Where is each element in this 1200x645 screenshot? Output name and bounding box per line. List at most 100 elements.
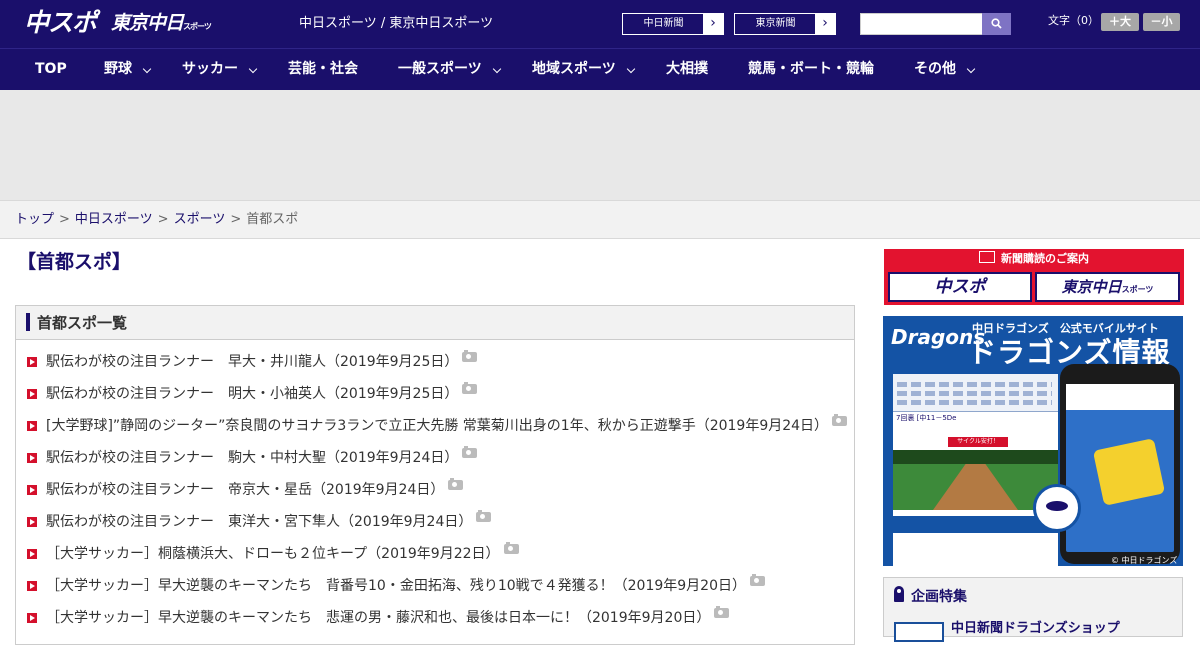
chevron-right-icon: ›: [815, 14, 835, 34]
scoreboard-row: [897, 391, 1052, 396]
chevron-down-icon: [248, 64, 258, 74]
scoreboard-row: [897, 400, 1052, 405]
camera-icon: [448, 478, 464, 490]
chevron-down-icon: [626, 64, 636, 74]
bullet-arrow-icon: [27, 421, 37, 431]
member-recruit-badge: [1092, 438, 1166, 506]
smartphone-graphic: [1060, 364, 1180, 564]
camera-icon: [832, 414, 848, 426]
nav-soccer[interactable]: サッカー: [182, 49, 262, 91]
article-link[interactable]: [大学野球]”静岡のジーター”奈良間のサヨナラ3ランで立正大先勝 常葉菊川出身の…: [46, 418, 828, 434]
breadcrumb-separator: >: [59, 212, 70, 227]
camera-icon: [749, 574, 765, 586]
nav-other[interactable]: その他: [914, 49, 980, 91]
font-size-label: 文字（0）: [1048, 14, 1099, 27]
chevron-down-icon: [492, 64, 502, 74]
search-input[interactable]: [860, 13, 983, 35]
camera-icon: [714, 606, 730, 618]
special-features-title: 企画特集: [911, 589, 967, 605]
search-icon: [991, 18, 1002, 29]
nav-general-sports[interactable]: 一般スポーツ: [398, 49, 504, 91]
bullet-arrow-icon: [27, 517, 37, 527]
page-title: 【首都スポ】: [17, 251, 132, 273]
dragons-app-screenshot: 7回裏 [中11－5De サイクル安打！: [893, 374, 1058, 566]
search-button[interactable]: [982, 13, 1011, 35]
chunichi-link-label: 中日新聞: [643, 18, 684, 29]
main-nav: TOP 野球 サッカー 芸能・社会 一般スポーツ 地域スポーツ 大相撲 競馬・ボ…: [0, 48, 1200, 90]
nav-entertainment[interactable]: 芸能・社会: [288, 49, 358, 91]
dragons-shop-thumbnail[interactable]: [894, 622, 944, 642]
nav-local-sports-label: 地域スポーツ: [532, 61, 616, 77]
subscribe-tokyo-label: 東京中日: [1061, 278, 1122, 296]
camera-icon: [462, 382, 478, 394]
dragons-shop-link[interactable]: 中日新聞ドラゴンズショップ: [951, 620, 1120, 638]
chusupo-logo[interactable]: 中スポ: [24, 8, 97, 38]
scoreboard-row: [897, 382, 1052, 387]
breadcrumb-separator: >: [230, 212, 242, 227]
chunichi-shimbun-link[interactable]: 中日新聞 ›: [622, 13, 724, 35]
nav-top[interactable]: TOP: [35, 49, 67, 91]
article-link[interactable]: 駅伝わが校の注目ランナー 帝京大・星岳（2019年9月24日）: [46, 482, 444, 498]
subscribe-chusupo-button[interactable]: 中スポ: [888, 272, 1032, 302]
dragons-mobile-ad-banner[interactable]: Dragons 中日ドラゴンズ 公式モバイルサイト ドラゴンズ情報 7回裏 [中…: [883, 316, 1183, 566]
nav-local-sports[interactable]: 地域スポーツ: [532, 49, 638, 91]
camera-icon: [462, 446, 478, 458]
special-features-box: 企画特集 中日新聞ドラゴンズショップ: [883, 577, 1183, 642]
bullet-arrow-icon: [27, 485, 37, 495]
dragons-ad-subtitle: 中日ドラゴンズ 公式モバイルサイト: [972, 322, 1159, 335]
nav-other-label: その他: [914, 61, 956, 77]
scoreboard-graphic: [893, 374, 1058, 412]
bullet-arrow-icon: [27, 613, 37, 623]
breadcrumb-link-sports[interactable]: スポーツ: [174, 212, 226, 227]
article-list-panel: 首都スポ一覧 駅伝わが校の注目ランナー 早大・井川龍人（2019年9月25日） …: [15, 305, 855, 645]
article-link[interactable]: 駅伝わが校の注目ランナー 早大・井川龍人（2019年9月25日）: [46, 354, 458, 370]
dragons-copyright: © 中日ドラゴンズ: [1111, 556, 1178, 565]
nav-soccer-label: サッカー: [182, 61, 238, 77]
breadcrumb-link-top[interactable]: トップ: [15, 212, 54, 227]
font-larger-button[interactable]: ＋大: [1101, 13, 1139, 31]
site-name: 中日スポーツ / 東京中日スポーツ: [299, 16, 494, 31]
breadcrumb-bar: トップ > 中日スポーツ > スポーツ > 首都スポ: [0, 200, 1200, 239]
player-stats-graphic: [893, 534, 1058, 566]
app-menu-graphic: [893, 515, 1058, 533]
chevron-down-icon: [142, 64, 152, 74]
panel-title: 首都スポ一覧: [37, 314, 128, 332]
breadcrumb: トップ > 中日スポーツ > スポーツ > 首都スポ: [15, 211, 298, 229]
tokyo-link-label: 東京新聞: [755, 18, 796, 29]
breadcrumb-separator: >: [157, 212, 169, 227]
chevron-right-icon: ›: [703, 14, 723, 34]
subscription-heading: 新聞購読のご案内: [884, 249, 1184, 269]
article-link[interactable]: 駅伝わが校の注目ランナー 東洋大・宮下隼人（2019年9月24日）: [46, 514, 472, 530]
heading-accent-bar: [26, 313, 30, 331]
font-smaller-button[interactable]: －小: [1143, 13, 1180, 31]
tokyo-shimbun-link[interactable]: 東京新聞 ›: [734, 13, 836, 35]
article-link[interactable]: 駅伝わが校の注目ランナー 駒大・中村大聖（2019年9月24日）: [46, 450, 458, 466]
top-header: 中スポ 東京中日スポーツ 中日スポーツ / 東京中日スポーツ 中日新聞 › 東京…: [0, 0, 1200, 48]
article-link[interactable]: ［大学サッカー］早大逆襲のキーマンたち 悲運の男・藤沢和也、最後は日本一に！（2…: [46, 610, 710, 626]
nav-baseball-label: 野球: [104, 61, 132, 77]
panel-header: 首都スポ一覧: [16, 306, 854, 340]
nav-sumo[interactable]: 大相撲: [666, 49, 708, 91]
tokyo-chunichi-logo[interactable]: 東京中日スポーツ: [111, 11, 212, 39]
article-link[interactable]: 駅伝わが校の注目ランナー 明大・小袖英人（2019年9月25日）: [46, 386, 458, 402]
camera-icon: [503, 542, 519, 554]
subscribe-tokyo-suffix: スポーツ: [1121, 285, 1154, 294]
nav-racing[interactable]: 競馬・ボート・競輪: [748, 49, 874, 91]
dragons-mascot-graphic: [1033, 484, 1081, 532]
tokyo-logo-suffix: スポーツ: [183, 22, 212, 31]
nav-baseball[interactable]: 野球: [104, 49, 154, 91]
subscribe-tokyo-chunichi-button[interactable]: 東京中日スポーツ: [1035, 272, 1180, 302]
breadcrumb-current: 首都スポ: [246, 212, 299, 227]
bullet-arrow-icon: [27, 549, 37, 559]
breadcrumb-link-chunichi-sports[interactable]: 中日スポーツ: [75, 212, 153, 227]
article-link[interactable]: ［大学サッカー］桐蔭横浜大、ドローも２位キープ（2019年9月22日）: [46, 546, 500, 562]
bullet-arrow-icon: [27, 581, 37, 591]
article-link[interactable]: ［大学サッカー］早大逆襲のキーマンたち 背番号10・金田拓海、残り10戦で４発獲…: [46, 578, 746, 594]
cycle-hit-badge: サイクル安打！: [948, 437, 1008, 447]
ribbon-icon: [894, 586, 904, 602]
subscription-banner: 新聞購読のご案内 中スポ 東京中日スポーツ: [884, 249, 1184, 305]
game-status-text: 7回裏 [中11－5De: [893, 413, 1058, 435]
ad-area: [0, 90, 1200, 200]
nav-general-sports-label: 一般スポーツ: [398, 61, 482, 77]
chevron-down-icon: [966, 64, 976, 74]
